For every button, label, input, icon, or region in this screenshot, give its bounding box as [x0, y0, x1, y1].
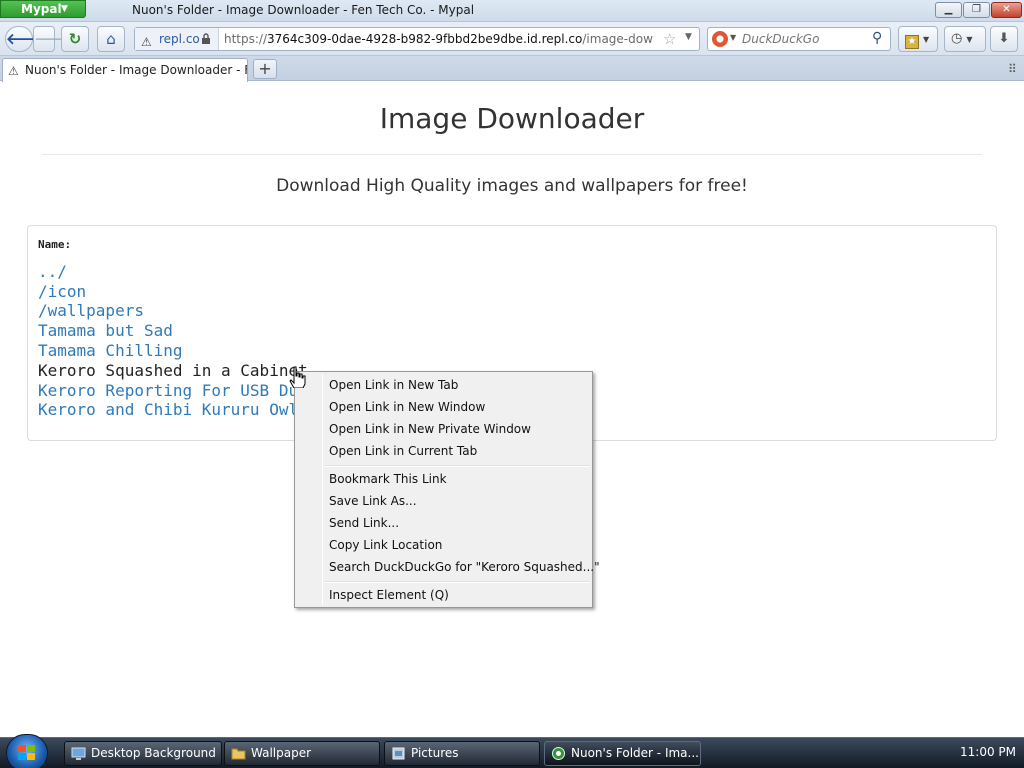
tab-list-icon[interactable]: ⠿ [1008, 62, 1017, 76]
taskbar-item-browser[interactable]: Nuon's Folder - Ima... [544, 741, 701, 766]
search-input[interactable] [742, 30, 868, 48]
menu-item-bookmark-link[interactable]: Bookmark This Link [329, 469, 447, 489]
menu-separator [325, 465, 590, 467]
pictures-folder-icon [392, 747, 405, 760]
menu-item-open-new-tab[interactable]: Open Link in New Tab [329, 375, 458, 395]
chevron-down-icon: ▼ [923, 35, 930, 44]
home-button[interactable]: ⌂ [97, 26, 125, 52]
taskbar-item-pictures[interactable]: Pictures [384, 741, 540, 766]
tab-strip: ⚠ Nuon's Folder - Image Downloader - Fe.… [0, 56, 1024, 82]
navigation-toolbar: 🡐 🡒 ↻ ⌂ ⚠ repl.co https://3764c309-0dae-… [0, 22, 1024, 56]
warning-triangle-icon: ⚠ [8, 64, 19, 78]
window-title: Nuon's Folder - Image Downloader - Fen T… [132, 3, 475, 17]
bookmarks-button[interactable]: ★ ▼ [898, 26, 938, 52]
url-scheme: https:// [224, 32, 268, 46]
file-link[interactable]: Keroro Reporting For USB Duty [38, 381, 317, 400]
site-identity-button[interactable]: ⚠ repl.co [135, 28, 219, 50]
chevron-down-icon: ▼ [61, 4, 68, 14]
minimize-button[interactable]: ▁ [935, 2, 962, 18]
url-path: /image-downloader/nu [582, 32, 654, 46]
page-title: Image Downloader [379, 102, 645, 135]
menu-item-open-new-window[interactable]: Open Link in New Window [329, 397, 485, 417]
reload-icon: ↻ [68, 30, 82, 48]
menu-item-open-current-tab[interactable]: Open Link in Current Tab [329, 441, 477, 461]
menu-item-open-private-window[interactable]: Open Link in New Private Window [329, 419, 531, 439]
duckduckgo-icon[interactable] [712, 31, 728, 47]
lock-icon [202, 33, 210, 44]
url-host: 3764c309-0dae-4928-b982-9fbbd2be9dbe.id.… [267, 32, 583, 46]
chevron-down-icon[interactable]: ▼ [685, 32, 692, 42]
file-link[interactable]: Keroro and Chibi Kururu Owl [38, 400, 298, 419]
reload-button[interactable]: ↻ [61, 26, 89, 52]
taskbar-item-label: Nuon's Folder - Ima... [571, 746, 699, 760]
new-tab-button[interactable]: + [253, 59, 277, 79]
menu-item-inspect-element[interactable]: Inspect Element (Q) [329, 585, 449, 605]
page-subtitle: Download High Quality images and wallpap… [276, 176, 748, 196]
system-clock[interactable]: 11:00 PM [960, 745, 1016, 759]
chevron-down-icon[interactable]: ▼ [730, 33, 736, 42]
browser-icon [552, 747, 565, 760]
taskbar-item-label: Desktop Background [91, 746, 216, 760]
menu-item-save-link-as[interactable]: Save Link As... [329, 491, 417, 511]
menu-item-copy-link-location[interactable]: Copy Link Location [329, 535, 442, 555]
tab-title: Nuon's Folder - Image Downloader - Fe... [25, 63, 248, 77]
downloads-button[interactable]: ⬇ [990, 26, 1018, 52]
context-menu: Open Link in New Tab Open Link in New Wi… [294, 371, 600, 608]
tab-active[interactable]: ⚠ Nuon's Folder - Image Downloader - Fe.… [2, 58, 248, 82]
monitor-icon [71, 747, 86, 760]
bookmarks-icon: ★ [905, 35, 919, 49]
taskbar-item-label: Pictures [411, 746, 459, 760]
search-bar: ▼ ⚲ [707, 27, 891, 51]
file-link-icon-folder[interactable]: /icon [38, 282, 86, 301]
taskbar: Desktop Background Wallpaper Pictures Nu… [0, 734, 1024, 768]
hand-cursor-icon [289, 366, 306, 388]
folder-icon [231, 748, 246, 760]
menu-item-send-link[interactable]: Send Link... [329, 513, 399, 533]
taskbar-item-label: Wallpaper [251, 746, 312, 760]
app-menu-label: Mypal [21, 2, 62, 16]
close-button[interactable]: ✕ [991, 2, 1022, 18]
file-link[interactable]: Tamama Chilling [38, 341, 183, 360]
file-link-hovered[interactable]: Keroro Squashed in a Cabinet [38, 361, 308, 380]
start-button[interactable] [6, 734, 48, 768]
file-link-parent[interactable]: ../ [38, 262, 67, 281]
menu-separator [325, 581, 590, 583]
star-icon[interactable]: ☆ [663, 30, 676, 48]
forward-button[interactable]: 🡒 [33, 26, 74, 52]
menu-gutter [322, 374, 323, 605]
chevron-down-icon: ▼ [966, 35, 973, 44]
warning-triangle-icon: ⚠ [141, 35, 152, 49]
file-link[interactable]: Tamama but Sad [38, 321, 173, 340]
listing-label: Name: [38, 238, 72, 251]
download-arrow-icon: ⬇ [998, 31, 1010, 46]
taskbar-item-desktop-background[interactable]: Desktop Background [64, 741, 222, 766]
site-identity-label: repl.co [159, 32, 200, 46]
history-button[interactable]: ◷ ▼ [944, 26, 986, 52]
home-icon: ⌂ [106, 30, 116, 48]
title-bar: Mypal ▼ Nuon's Folder - Image Downloader… [0, 0, 1024, 22]
url-bar[interactable]: ⚠ repl.co https://3764c309-0dae-4928-b98… [134, 27, 700, 51]
plus-icon: + [258, 59, 272, 78]
file-link-wallpapers-folder[interactable]: /wallpapers [38, 301, 144, 320]
maximize-button[interactable]: ❐ [963, 2, 990, 18]
back-button[interactable]: 🡐 [5, 26, 46, 52]
search-icon[interactable]: ⚲ [872, 30, 882, 46]
url-text[interactable]: https://3764c309-0dae-4928-b982-9fbbd2be… [224, 28, 654, 50]
clock-icon: ◷ [951, 31, 963, 46]
windows-logo-icon [18, 745, 35, 760]
divider [42, 154, 982, 155]
app-menu-button[interactable]: Mypal ▼ [0, 0, 86, 18]
menu-item-search-duckduckgo[interactable]: Search DuckDuckGo for "Keroro Squashed..… [329, 557, 600, 577]
taskbar-item-wallpaper[interactable]: Wallpaper [224, 741, 380, 766]
